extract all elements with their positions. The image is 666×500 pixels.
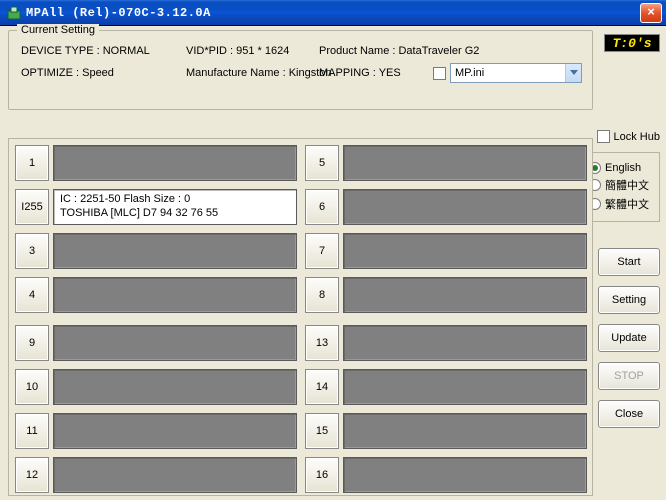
product-name-label: Product Name : DataTraveler G2 (319, 45, 479, 57)
device-type-label: DEVICE TYPE : NORMAL (21, 45, 150, 57)
device-slot: 11 (15, 413, 297, 449)
slot-info-box (53, 277, 297, 313)
slot-number-button[interactable]: 15 (305, 413, 339, 449)
client-area: Current Setting DEVICE TYPE : NORMAL VID… (0, 26, 666, 500)
lock-hub-row: Lock Hub (597, 130, 660, 143)
ini-select-wrap: MP.ini (433, 63, 582, 83)
slot-info-box (53, 369, 297, 405)
slot-number-button[interactable]: 13 (305, 325, 339, 361)
mapping-label: MAPPING : YES (319, 67, 401, 79)
device-slot: 10 (15, 369, 297, 405)
slot-info-box (53, 145, 297, 181)
slot-number-button[interactable]: 8 (305, 277, 339, 313)
ini-checkbox[interactable] (433, 67, 446, 80)
device-slot: 5 (305, 145, 587, 181)
lang-simplified-row[interactable]: 簡體中文 (589, 177, 655, 193)
lang-simplified-label: 簡體中文 (605, 177, 649, 193)
slot-info-box (53, 457, 297, 493)
device-slot: 14 (305, 369, 587, 405)
slot-info-line1: IC : 2251-50 Flash Size : 0 (60, 192, 290, 206)
slot-number-button[interactable]: 3 (15, 233, 49, 269)
device-grid: 1I255IC : 2251-50 Flash Size : 0TOSHIBA … (8, 138, 593, 496)
lang-traditional-row[interactable]: 繁體中文 (589, 196, 655, 212)
device-slot: 9 (15, 325, 297, 361)
app-icon (6, 5, 22, 21)
slot-number-button[interactable]: 16 (305, 457, 339, 493)
language-group: English 簡體中文 繁體中文 (584, 152, 660, 222)
device-slot: 1 (15, 145, 297, 181)
slot-number-button[interactable]: 11 (15, 413, 49, 449)
slot-info-box: IC : 2251-50 Flash Size : 0TOSHIBA [MLC]… (53, 189, 297, 225)
slot-number-button[interactable]: 9 (15, 325, 49, 361)
device-slot: I255IC : 2251-50 Flash Size : 0TOSHIBA [… (15, 189, 297, 225)
slot-number-button[interactable]: 14 (305, 369, 339, 405)
lang-english-row[interactable]: English (589, 162, 655, 174)
slot-info-box (343, 325, 587, 361)
slot-number-button[interactable]: 7 (305, 233, 339, 269)
stop-button[interactable]: STOP (598, 362, 660, 390)
device-slot: 16 (305, 457, 587, 493)
device-slot: 6 (305, 189, 587, 225)
slot-number-button[interactable]: 6 (305, 189, 339, 225)
device-slot: 13 (305, 325, 587, 361)
ini-dropdown[interactable]: MP.ini (450, 63, 582, 83)
device-slot: 12 (15, 457, 297, 493)
optimize-label: OPTIMIZE : Speed (21, 67, 114, 79)
update-button[interactable]: Update (598, 324, 660, 352)
slot-info-box (53, 233, 297, 269)
setting-button[interactable]: Setting (598, 286, 660, 314)
vid-pid-label: VID*PID : 951 * 1624 (186, 45, 289, 57)
window-close-button[interactable]: × (640, 3, 662, 23)
lang-traditional-label: 繁體中文 (605, 196, 649, 212)
device-slot: 8 (305, 277, 587, 313)
slot-info-box (53, 325, 297, 361)
lang-english-label: English (605, 162, 641, 174)
device-column-left: 1I255IC : 2251-50 Flash Size : 0TOSHIBA … (15, 145, 297, 489)
slot-number-button[interactable]: 1 (15, 145, 49, 181)
device-slot: 15 (305, 413, 587, 449)
slot-info-box (343, 413, 587, 449)
slot-info-box (343, 457, 587, 493)
manufacturer-label: Manufacture Name : Kingston (186, 67, 332, 79)
slot-info-box (343, 233, 587, 269)
slot-number-button[interactable]: 12 (15, 457, 49, 493)
slot-info-box (53, 413, 297, 449)
slot-info-box (343, 145, 587, 181)
slot-info-box (343, 277, 587, 313)
close-button[interactable]: Close (598, 400, 660, 428)
slot-number-button[interactable]: 5 (305, 145, 339, 181)
device-slot: 7 (305, 233, 587, 269)
device-column-right: 567813141516 (305, 145, 587, 489)
device-slot: 3 (15, 233, 297, 269)
titlebar: MPAll (Rel)-070C-3.12.0A × (0, 0, 666, 26)
action-button-column: Start Setting Update STOP Close (598, 248, 660, 438)
slot-info-line2: TOSHIBA [MLC] D7 94 32 76 55 (60, 206, 290, 220)
slot-info-box (343, 189, 587, 225)
slot-number-button[interactable]: I255 (15, 189, 49, 225)
timer-badge: T:0's (604, 34, 660, 52)
current-setting-legend: Current Setting (17, 24, 99, 36)
slot-number-button[interactable]: 4 (15, 277, 49, 313)
start-button[interactable]: Start (598, 248, 660, 276)
chevron-down-icon (565, 64, 581, 82)
window-title: MPAll (Rel)-070C-3.12.0A (26, 6, 640, 20)
lock-hub-label: Lock Hub (614, 131, 660, 143)
slot-number-button[interactable]: 10 (15, 369, 49, 405)
ini-dropdown-value: MP.ini (451, 67, 565, 79)
current-setting-group: Current Setting DEVICE TYPE : NORMAL VID… (8, 30, 593, 110)
lock-hub-checkbox[interactable] (597, 130, 610, 143)
device-slot: 4 (15, 277, 297, 313)
slot-info-box (343, 369, 587, 405)
